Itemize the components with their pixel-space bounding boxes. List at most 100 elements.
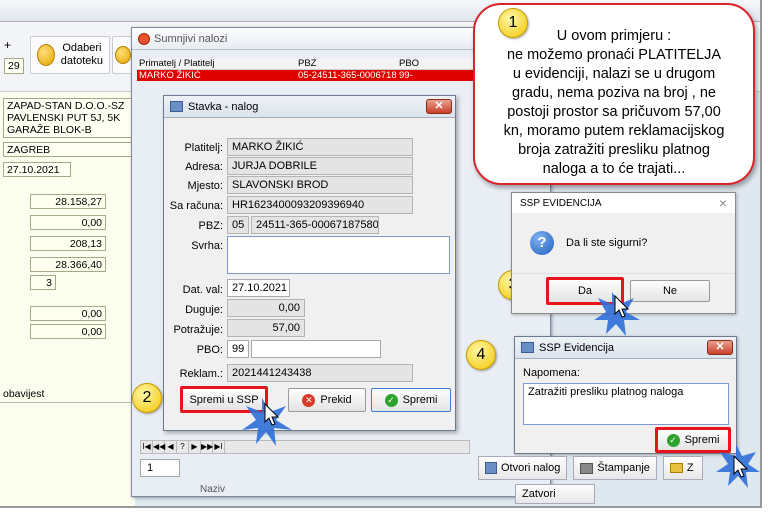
- count-field[interactable]: 3: [30, 275, 56, 290]
- record-counter[interactable]: 1: [140, 459, 180, 477]
- nav-help[interactable]: ?: [177, 441, 189, 453]
- save-button[interactable]: ✓ Spremi: [371, 388, 451, 412]
- step-1-badge: 1: [498, 8, 528, 38]
- confirm-dialog: SSP EVIDENCIJA × ? Da li ste sigurni? Da…: [511, 192, 736, 314]
- amount-field-4[interactable]: 28.366,40: [30, 257, 106, 272]
- bottom-name-label: Naziv: [200, 484, 226, 495]
- pbz-model-field[interactable]: 05: [227, 216, 249, 234]
- note-textarea[interactable]: Zatražiti presliku platnog naloga: [523, 383, 729, 425]
- date-field[interactable]: 27.10.2021: [3, 162, 71, 177]
- address-field[interactable]: JURJA DOBRILE: [227, 157, 413, 175]
- ssp-check-icon: ✓: [666, 433, 680, 447]
- confirm-titlebar: SSP EVIDENCIJA: [512, 193, 735, 213]
- city-field[interactable]: ZAGREB: [3, 142, 133, 157]
- partial-label: Z: [686, 462, 694, 474]
- nav-first[interactable]: I◀: [141, 441, 153, 453]
- folder-icon: [669, 463, 683, 473]
- close-button[interactable]: Zatvori: [515, 484, 595, 504]
- confirm-yes-button[interactable]: Da: [546, 277, 624, 305]
- nav-next-page[interactable]: ▶▶: [201, 441, 213, 453]
- ssp-app-icon: [521, 342, 534, 353]
- gear-icon: [115, 46, 131, 64]
- ssp-titlebar: SSP Evidencija: [515, 337, 736, 359]
- cell-pbo: 99-: [399, 70, 413, 81]
- callout-line-3: u evidenciji, nalazi se u drugom: [512, 66, 716, 82]
- purpose-textarea[interactable]: [227, 236, 450, 274]
- select-file-label-2: datoteku: [60, 55, 103, 67]
- pbo-field[interactable]: [251, 340, 381, 358]
- ssp-title: SSP Evidencija: [539, 341, 615, 354]
- search-folder-icon: [37, 44, 55, 66]
- debit-field[interactable]: 0,00: [227, 299, 305, 317]
- col-pbz[interactable]: PBZ: [298, 58, 316, 69]
- app-icon: [138, 32, 150, 45]
- callout-line-5: postoji prostor sa pričuvom 57,00: [507, 104, 721, 120]
- order-item-title: Stavka - nalog: [188, 100, 259, 113]
- cancel-icon: ✕: [302, 393, 316, 407]
- open-order-label: Otvori nalog: [501, 462, 561, 474]
- pbo-model-field[interactable]: 99: [227, 340, 249, 358]
- amount-field-2[interactable]: 0,00: [30, 215, 106, 230]
- address-line-2: PAVLENSKI PUT 5J, 5K: [7, 112, 121, 124]
- record-navigator: I◀ ◀◀ ◀ ? ▶ ▶▶ ▶I: [140, 440, 470, 454]
- confirm-no-button[interactable]: Ne: [630, 280, 710, 302]
- amount-field-5[interactable]: 0,00: [30, 306, 106, 321]
- ssp-save-label: Spremi: [684, 434, 720, 446]
- left-detail-panel: ZAPAD-STAN D.O.O.-SZ PAVLENSKI PUT 5J, 5…: [0, 92, 135, 506]
- reclamation-field[interactable]: 2021441243438: [227, 364, 413, 382]
- obavijest-label: obavijest: [3, 388, 45, 400]
- screenshot-page: + 29 Odaberi datoteku ZAPAD-STAN D.O.O.-S…: [0, 0, 762, 508]
- cancel-label: Prekid: [320, 394, 352, 406]
- ssp-close-icon[interactable]: ✕: [707, 340, 733, 355]
- company-address: ZAPAD-STAN D.O.O.-SZ PAVLENSKI PUT 5J, 5…: [3, 98, 133, 138]
- step-4-badge: 4: [466, 340, 496, 370]
- plus-sign: +: [4, 38, 12, 52]
- place-field[interactable]: SLAVONSKI BROD: [227, 176, 413, 194]
- amount-field-6[interactable]: 0,00: [30, 324, 106, 339]
- save-to-ssp-button[interactable]: Spremi u SSP: [180, 386, 268, 413]
- left-top-input[interactable]: 29: [4, 58, 24, 74]
- reclamation-label: Reklam.:: [179, 368, 223, 380]
- ssp-save-button[interactable]: ✓ Spremi: [655, 427, 731, 453]
- divider: [0, 402, 135, 403]
- print-button[interactable]: Štampanje: [573, 456, 657, 480]
- nav-prev-page[interactable]: ◀◀: [153, 441, 165, 453]
- question-icon: ?: [530, 231, 554, 255]
- col-primatelj[interactable]: Primatelj / Platitelj: [139, 58, 215, 69]
- amount-field-1[interactable]: 28.158,27: [30, 194, 106, 209]
- credit-label: Potražuje:: [173, 324, 223, 336]
- nav-last[interactable]: ▶I: [213, 441, 225, 453]
- save-to-ssp-label: Spremi u SSP: [189, 393, 259, 406]
- confirm-message: Da li ste sigurni?: [566, 237, 648, 249]
- yes-label: Da: [577, 285, 593, 297]
- order-item-titlebar: Stavka - nalog: [164, 96, 455, 118]
- cancel-button[interactable]: ✕ Prekid: [288, 388, 366, 412]
- nav-next[interactable]: ▶: [189, 441, 201, 453]
- col-pbo[interactable]: PBO: [399, 58, 419, 69]
- close-icon[interactable]: ✕: [426, 99, 452, 114]
- confirm-close-icon[interactable]: ×: [719, 195, 727, 211]
- select-file-button[interactable]: Odaberi datoteku: [30, 36, 110, 74]
- open-order-button[interactable]: Otvori nalog: [478, 456, 568, 480]
- credit-field[interactable]: 57,00: [227, 319, 305, 337]
- value-date-field[interactable]: 27.10.2021: [227, 279, 290, 297]
- partial-toolbar-button[interactable]: Z: [662, 456, 703, 480]
- payer-label: Platitelj:: [184, 142, 223, 154]
- select-file-label-1: Odaberi: [62, 42, 102, 54]
- close-label: Zatvori: [522, 488, 556, 500]
- callout-line-6: kn, moramo putem reklamacijskog: [503, 123, 725, 139]
- nav-prev[interactable]: ◀: [165, 441, 177, 453]
- callout-line-8: naloga a to će trajati...: [542, 161, 686, 177]
- account-field[interactable]: HR1623400093209396940: [227, 196, 413, 214]
- pbz-field[interactable]: 24511-365-000671875805: [251, 216, 379, 234]
- account-label: Sa računa:: [169, 200, 223, 212]
- pbz-label: PBZ:: [198, 220, 223, 232]
- place-label: Mjesto:: [187, 180, 223, 192]
- amount-field-3[interactable]: 208,13: [30, 236, 106, 251]
- ssp-note-dialog: SSP Evidencija ✕ Napomena: Zatražiti pre…: [514, 336, 737, 454]
- callout-line-2: ne možemo pronaći PLATITELJA: [506, 47, 722, 63]
- payer-field[interactable]: MARKO ŽIKIĆ: [227, 138, 413, 156]
- address-line-3: GARAŽE BLOK-B: [7, 124, 92, 136]
- save-label: Spremi: [402, 394, 438, 406]
- bottom-toolbar: Otvori nalog Štampanje Z: [478, 456, 760, 482]
